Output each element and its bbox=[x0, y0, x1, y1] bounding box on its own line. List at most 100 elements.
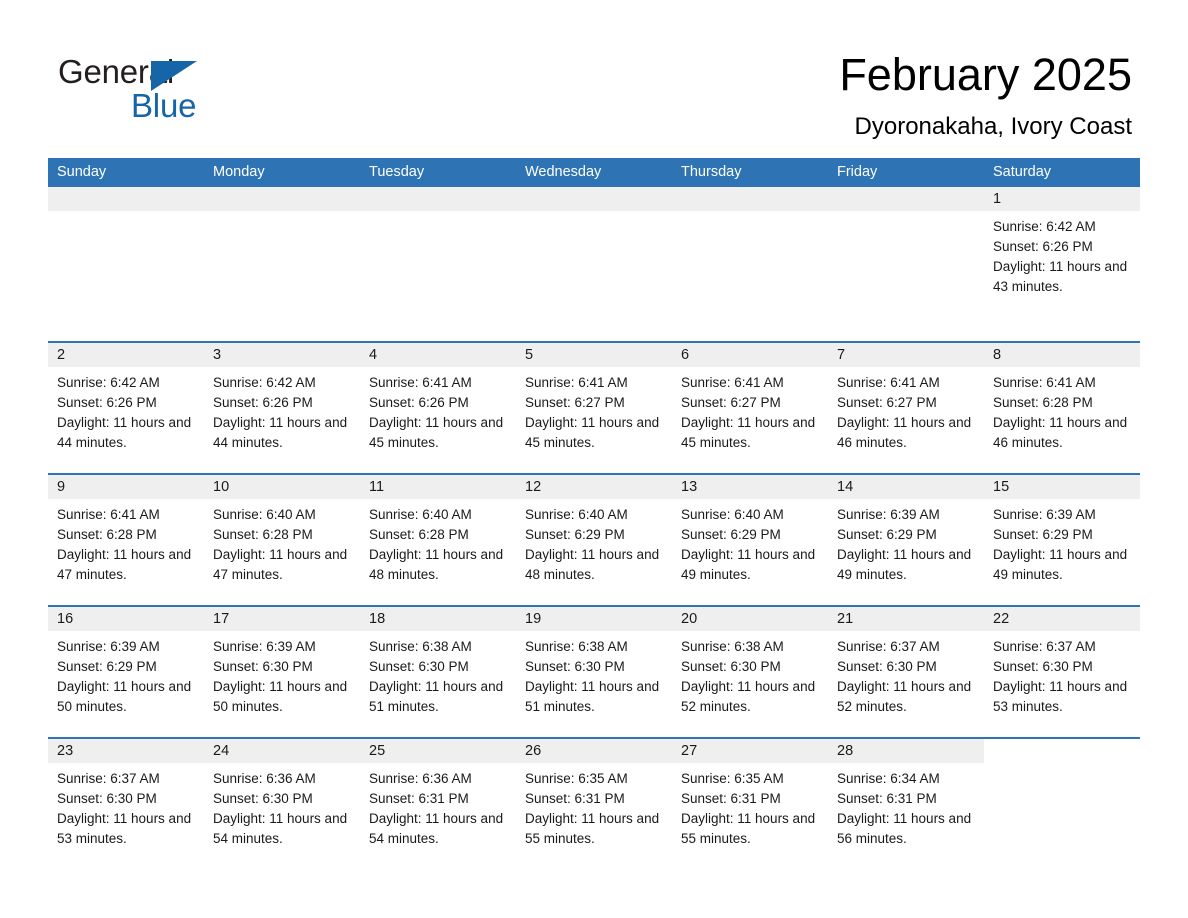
daylight-text: Daylight: 11 hours and 46 minutes. bbox=[993, 415, 1128, 450]
sunset-text: Sunset: 6:27 PM bbox=[837, 395, 937, 410]
day-detail-14: Sunrise: 6:39 AM Sunset: 6:29 PM Daylight:… bbox=[828, 499, 984, 585]
day-detail-18: Sunrise: 6:38 AM Sunset: 6:30 PM Daylight:… bbox=[360, 631, 516, 717]
day-number-4[interactable]: 4 bbox=[360, 343, 516, 367]
day-detail-28: Sunrise: 6:34 AM Sunset: 6:31 PM Daylight:… bbox=[828, 763, 984, 849]
sunset-text: Sunset: 6:29 PM bbox=[525, 527, 625, 542]
daylight-text: Daylight: 11 hours and 55 minutes. bbox=[681, 811, 816, 846]
day-detail-21: Sunrise: 6:37 AM Sunset: 6:30 PM Daylight:… bbox=[828, 631, 984, 717]
sunrise-text: Sunrise: 6:41 AM bbox=[57, 507, 160, 522]
calendar-week-row: 1 Sunrise: 6:42 AM Sunset: 6:26 PM Daylight… bbox=[48, 187, 1140, 321]
day-number-21[interactable]: 21 bbox=[828, 607, 984, 631]
sunrise-text: Sunrise: 6:41 AM bbox=[681, 375, 784, 390]
sunrise-text: Sunrise: 6:35 AM bbox=[525, 771, 628, 786]
day-detail-15: Sunrise: 6:39 AM Sunset: 6:29 PM Daylight:… bbox=[984, 499, 1140, 585]
day-number-13[interactable]: 13 bbox=[672, 475, 828, 499]
sunrise-text: Sunrise: 6:37 AM bbox=[993, 639, 1096, 654]
daylight-text: Daylight: 11 hours and 52 minutes. bbox=[681, 679, 816, 714]
day-number-6[interactable]: 6 bbox=[672, 343, 828, 367]
day-number-3[interactable]: 3 bbox=[204, 343, 360, 367]
sunrise-text: Sunrise: 6:41 AM bbox=[369, 375, 472, 390]
day-number-8[interactable]: 8 bbox=[984, 343, 1140, 367]
day-number-7[interactable]: 7 bbox=[828, 343, 984, 367]
day-detail-12: Sunrise: 6:40 AM Sunset: 6:29 PM Daylight:… bbox=[516, 499, 672, 585]
daylight-text: Daylight: 11 hours and 51 minutes. bbox=[369, 679, 504, 714]
day-number-5[interactable]: 5 bbox=[516, 343, 672, 367]
sunrise-text: Sunrise: 6:39 AM bbox=[837, 507, 940, 522]
sunset-text: Sunset: 6:30 PM bbox=[213, 791, 313, 806]
day-number-16[interactable]: 16 bbox=[48, 607, 204, 631]
day-number-band: 1 bbox=[48, 187, 1140, 211]
day-detail-empty bbox=[672, 211, 828, 321]
day-cell-empty bbox=[828, 187, 984, 211]
weekday-header-sunday: Sunday bbox=[48, 158, 204, 187]
day-detail-empty bbox=[984, 763, 1140, 849]
calendar-weeks: 1 Sunrise: 6:42 AM Sunset: 6:26 PM Daylight… bbox=[48, 187, 1140, 869]
calendar-week-row: 9 10 11 12 13 14 15 Sunrise: 6:41 AM Sunset: 6:2… bbox=[48, 473, 1140, 585]
day-cell-empty bbox=[360, 187, 516, 211]
weekday-header-row: Sunday Monday Tuesday Wednesday Thursday Frid… bbox=[48, 158, 1140, 187]
page-header: General Blue February 2025 Dyoronakaha, … bbox=[0, 0, 1188, 158]
sunrise-text: Sunrise: 6:39 AM bbox=[213, 639, 316, 654]
day-number-10[interactable]: 10 bbox=[204, 475, 360, 499]
sunset-text: Sunset: 6:26 PM bbox=[993, 239, 1093, 254]
calendar-grid: Sunday Monday Tuesday Wednesday Thursday Frid… bbox=[48, 158, 1140, 869]
day-detail-band: Sunrise: 6:41 AM Sunset: 6:28 PM Daylight:… bbox=[48, 499, 1140, 585]
day-detail-band: Sunrise: 6:42 AM Sunset: 6:26 PM Daylight:… bbox=[48, 211, 1140, 321]
day-number-14[interactable]: 14 bbox=[828, 475, 984, 499]
day-number-band: 16 17 18 19 20 21 22 bbox=[48, 607, 1140, 631]
weekday-header-saturday: Saturday bbox=[984, 158, 1140, 187]
day-cell-empty bbox=[204, 187, 360, 211]
daylight-text: Daylight: 11 hours and 46 minutes. bbox=[837, 415, 972, 450]
day-detail-16: Sunrise: 6:39 AM Sunset: 6:29 PM Daylight:… bbox=[48, 631, 204, 717]
day-number-24[interactable]: 24 bbox=[204, 739, 360, 763]
day-detail-11: Sunrise: 6:40 AM Sunset: 6:28 PM Daylight:… bbox=[360, 499, 516, 585]
daylight-text: Daylight: 11 hours and 44 minutes. bbox=[213, 415, 348, 450]
day-detail-2: Sunrise: 6:42 AM Sunset: 6:26 PM Daylight:… bbox=[48, 367, 204, 453]
day-detail-6: Sunrise: 6:41 AM Sunset: 6:27 PM Daylight:… bbox=[672, 367, 828, 453]
sunset-text: Sunset: 6:28 PM bbox=[993, 395, 1093, 410]
day-number-2[interactable]: 2 bbox=[48, 343, 204, 367]
calendar-page: General Blue February 2025 Dyoronakaha, … bbox=[0, 0, 1188, 918]
daylight-text: Daylight: 11 hours and 54 minutes. bbox=[369, 811, 504, 846]
day-number-17[interactable]: 17 bbox=[204, 607, 360, 631]
sunset-text: Sunset: 6:26 PM bbox=[57, 395, 157, 410]
day-detail-empty bbox=[360, 211, 516, 321]
sunrise-text: Sunrise: 6:37 AM bbox=[837, 639, 940, 654]
day-number-1[interactable]: 1 bbox=[984, 187, 1140, 211]
day-number-15[interactable]: 15 bbox=[984, 475, 1140, 499]
day-detail-1: Sunrise: 6:42 AM Sunset: 6:26 PM Daylight:… bbox=[984, 211, 1140, 321]
sunset-text: Sunset: 6:30 PM bbox=[681, 659, 781, 674]
day-number-18[interactable]: 18 bbox=[360, 607, 516, 631]
general-blue-logo[interactable]: General Blue bbox=[58, 52, 318, 130]
day-number-22[interactable]: 22 bbox=[984, 607, 1140, 631]
daylight-text: Daylight: 11 hours and 45 minutes. bbox=[525, 415, 660, 450]
sunrise-text: Sunrise: 6:36 AM bbox=[369, 771, 472, 786]
daylight-text: Daylight: 11 hours and 51 minutes. bbox=[525, 679, 660, 714]
daylight-text: Daylight: 11 hours and 49 minutes. bbox=[681, 547, 816, 582]
day-number-20[interactable]: 20 bbox=[672, 607, 828, 631]
day-detail-7: Sunrise: 6:41 AM Sunset: 6:27 PM Daylight:… bbox=[828, 367, 984, 453]
day-number-27[interactable]: 27 bbox=[672, 739, 828, 763]
logo-text-blue: Blue bbox=[131, 87, 197, 124]
day-detail-19: Sunrise: 6:38 AM Sunset: 6:30 PM Daylight:… bbox=[516, 631, 672, 717]
day-detail-band: Sunrise: 6:42 AM Sunset: 6:26 PM Daylight:… bbox=[48, 367, 1140, 453]
week-spacer bbox=[48, 585, 1140, 605]
day-detail-27: Sunrise: 6:35 AM Sunset: 6:31 PM Daylight:… bbox=[672, 763, 828, 849]
calendar-week-row: 23 24 25 26 27 28 Sunrise: 6:37 AM Sunset: 6:30… bbox=[48, 737, 1140, 849]
day-number-19[interactable]: 19 bbox=[516, 607, 672, 631]
day-number-25[interactable]: 25 bbox=[360, 739, 516, 763]
daylight-text: Daylight: 11 hours and 56 minutes. bbox=[837, 811, 972, 846]
day-number-26[interactable]: 26 bbox=[516, 739, 672, 763]
day-detail-24: Sunrise: 6:36 AM Sunset: 6:30 PM Daylight:… bbox=[204, 763, 360, 849]
day-number-9[interactable]: 9 bbox=[48, 475, 204, 499]
sunset-text: Sunset: 6:29 PM bbox=[837, 527, 937, 542]
sunrise-text: Sunrise: 6:38 AM bbox=[681, 639, 784, 654]
day-number-12[interactable]: 12 bbox=[516, 475, 672, 499]
sunrise-text: Sunrise: 6:40 AM bbox=[681, 507, 784, 522]
day-number-11[interactable]: 11 bbox=[360, 475, 516, 499]
day-number-28[interactable]: 28 bbox=[828, 739, 984, 763]
sunset-text: Sunset: 6:26 PM bbox=[213, 395, 313, 410]
day-detail-13: Sunrise: 6:40 AM Sunset: 6:29 PM Daylight:… bbox=[672, 499, 828, 585]
day-number-23[interactable]: 23 bbox=[48, 739, 204, 763]
day-detail-empty bbox=[48, 211, 204, 321]
